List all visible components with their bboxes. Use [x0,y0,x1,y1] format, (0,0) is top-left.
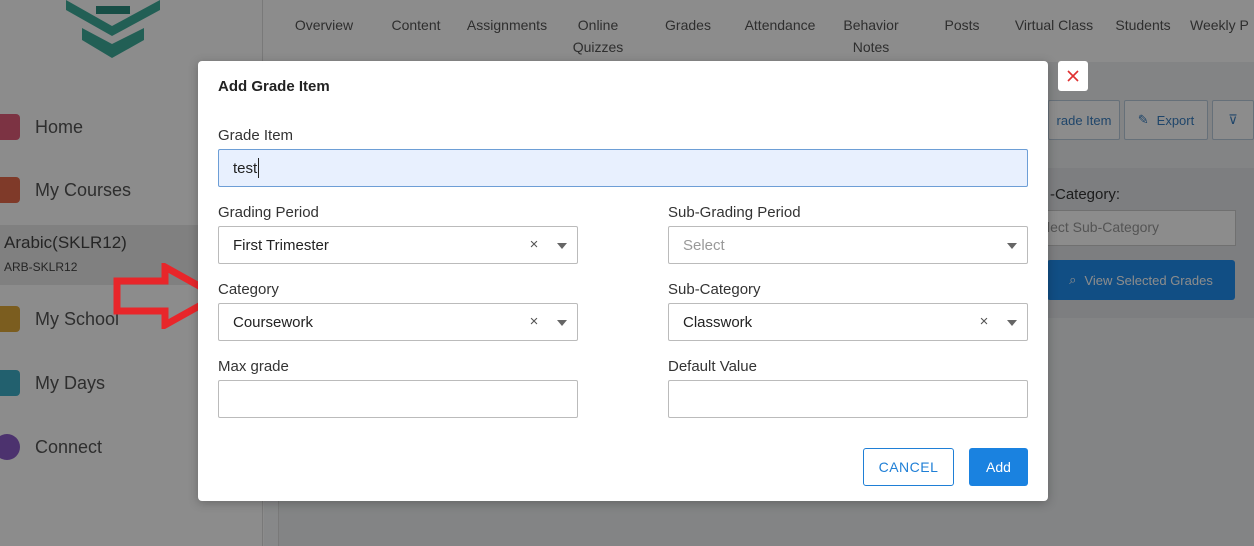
grading-period-select[interactable]: First Trimester × [218,226,578,264]
add-button[interactable]: Add [969,448,1028,486]
chevron-down-icon[interactable] [1007,320,1017,326]
grade-item-value: test [233,159,258,177]
category-value: Coursework [233,313,314,331]
clear-icon[interactable]: × [527,236,541,253]
chevron-down-icon[interactable] [557,243,567,249]
sub-grading-period-select[interactable]: Select [668,226,1028,264]
max-grade-input[interactable] [218,380,578,418]
clear-icon[interactable]: × [527,313,541,330]
sub-category-value: Classwork [683,313,753,331]
grade-item-input[interactable]: test [218,149,1028,187]
grading-period-label: Grading Period [218,204,319,221]
sub-grading-period-placeholder: Select [683,236,725,254]
sub-category-select[interactable]: Classwork × [668,303,1028,341]
sub-category-label: Sub-Category [668,281,761,298]
close-icon [1067,70,1079,82]
category-label: Category [218,281,279,298]
category-select[interactable]: Coursework × [218,303,578,341]
default-value-label: Default Value [668,358,757,375]
chevron-down-icon[interactable] [1007,243,1017,249]
grade-item-label: Grade Item [218,127,294,144]
text-cursor [258,158,260,178]
max-grade-label: Max grade [218,358,289,375]
default-value-input[interactable] [668,380,1028,418]
close-button[interactable] [1058,61,1088,91]
sub-grading-period-label: Sub-Grading Period [668,204,801,221]
clear-icon[interactable]: × [977,313,991,330]
chevron-down-icon[interactable] [557,320,567,326]
grading-period-value: First Trimester [233,236,329,254]
add-grade-item-dialog: Add Grade Item Grade Item test Grading P… [198,61,1048,501]
dialog-title: Add Grade Item [218,78,330,95]
cancel-button[interactable]: CANCEL [863,448,954,486]
